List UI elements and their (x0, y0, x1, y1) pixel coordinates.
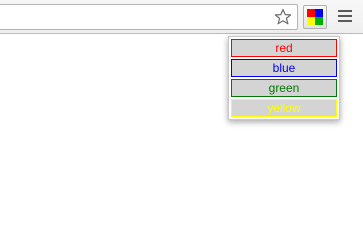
star-icon[interactable] (274, 8, 292, 26)
red-button[interactable]: red (231, 39, 337, 57)
hamburger-menu-icon[interactable] (338, 10, 352, 22)
browser-toolbar (0, 0, 363, 34)
icon-quadrant-green (315, 17, 323, 25)
icon-quadrant-yellow (307, 17, 315, 25)
icon-quadrant-red (307, 9, 315, 17)
green-button[interactable]: green (231, 79, 337, 97)
address-bar[interactable] (0, 4, 298, 30)
color-quadrant-icon (307, 9, 323, 25)
extension-button[interactable] (303, 5, 327, 29)
blue-button[interactable]: blue (231, 59, 337, 77)
icon-quadrant-blue (315, 9, 323, 17)
yellow-button[interactable]: yellow (231, 99, 337, 117)
extension-popup: red blue green yellow (228, 36, 340, 120)
